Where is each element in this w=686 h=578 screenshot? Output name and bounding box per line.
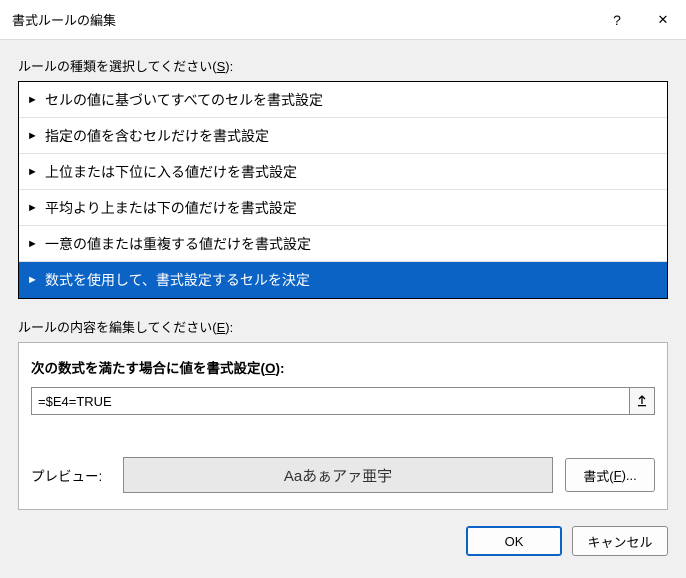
formula-row bbox=[31, 387, 655, 415]
preview-label: プレビュー: bbox=[31, 465, 111, 485]
dialog-footer: OK キャンセル bbox=[18, 526, 668, 556]
chevron-right-icon: ► bbox=[27, 274, 41, 286]
chevron-right-icon: ► bbox=[27, 166, 41, 178]
cancel-button[interactable]: キャンセル bbox=[572, 526, 668, 556]
close-button[interactable]: ✕ bbox=[640, 0, 686, 40]
rule-type-list[interactable]: ► セルの値に基づいてすべてのセルを書式設定 ► 指定の値を含むセルだけを書式設定 ► 上… bbox=[18, 81, 668, 299]
close-icon: ✕ bbox=[658, 12, 669, 28]
chevron-right-icon: ► bbox=[27, 202, 41, 214]
help-button[interactable]: ? bbox=[594, 0, 640, 40]
rule-type-item[interactable]: ► 指定の値を含むセルだけを書式設定 bbox=[19, 118, 667, 154]
preview-row: プレビュー: Aaあぁアァ亜宇 書式(F)... bbox=[31, 457, 655, 493]
rule-type-item[interactable]: ► 数式を使用して、書式設定するセルを決定 bbox=[19, 262, 667, 298]
formula-input[interactable] bbox=[31, 387, 629, 415]
edit-rule-dialog: 書式ルールの編集 ? ✕ ルールの種類を選択してください(S): ► セルの値に基… bbox=[0, 0, 686, 578]
collapse-icon bbox=[636, 395, 648, 407]
formula-caption: 次の数式を満たす場合に値を書式設定(O): bbox=[31, 357, 655, 377]
rule-type-item-label: 上位または下位に入る値だけを書式設定 bbox=[45, 162, 297, 182]
collapse-dialog-button[interactable] bbox=[629, 387, 655, 415]
format-button[interactable]: 書式(F)... bbox=[565, 458, 655, 492]
chevron-right-icon: ► bbox=[27, 130, 41, 142]
rule-edit-label: ルールの内容を編集してください(E): bbox=[18, 317, 668, 336]
ok-button[interactable]: OK bbox=[466, 526, 562, 556]
rule-type-item-label: 平均より上または下の値だけを書式設定 bbox=[45, 198, 297, 218]
rule-type-label: ルールの種類を選択してください(S): bbox=[18, 56, 668, 75]
dialog-title: 書式ルールの編集 bbox=[12, 10, 594, 29]
rule-type-item-label: セルの値に基づいてすべてのセルを書式設定 bbox=[45, 90, 323, 110]
chevron-right-icon: ► bbox=[27, 238, 41, 250]
preview-box: Aaあぁアァ亜宇 bbox=[123, 457, 553, 493]
rule-type-item[interactable]: ► 平均より上または下の値だけを書式設定 bbox=[19, 190, 667, 226]
rule-type-item[interactable]: ► セルの値に基づいてすべてのセルを書式設定 bbox=[19, 82, 667, 118]
rule-type-item[interactable]: ► 一意の値または重複する値だけを書式設定 bbox=[19, 226, 667, 262]
titlebar: 書式ルールの編集 ? ✕ bbox=[0, 0, 686, 40]
chevron-right-icon: ► bbox=[27, 94, 41, 106]
rule-type-item-label: 数式を使用して、書式設定するセルを決定 bbox=[45, 270, 310, 290]
rule-edit-group: 次の数式を満たす場合に値を書式設定(O): プレビュー: Aaあぁアァ亜宇 書式… bbox=[18, 342, 668, 510]
rule-type-item-label: 一意の値または重複する値だけを書式設定 bbox=[45, 234, 311, 254]
rule-type-item[interactable]: ► 上位または下位に入る値だけを書式設定 bbox=[19, 154, 667, 190]
dialog-body: ルールの種類を選択してください(S): ► セルの値に基づいてすべてのセルを書式設… bbox=[0, 40, 686, 578]
rule-type-item-label: 指定の値を含むセルだけを書式設定 bbox=[45, 126, 269, 146]
